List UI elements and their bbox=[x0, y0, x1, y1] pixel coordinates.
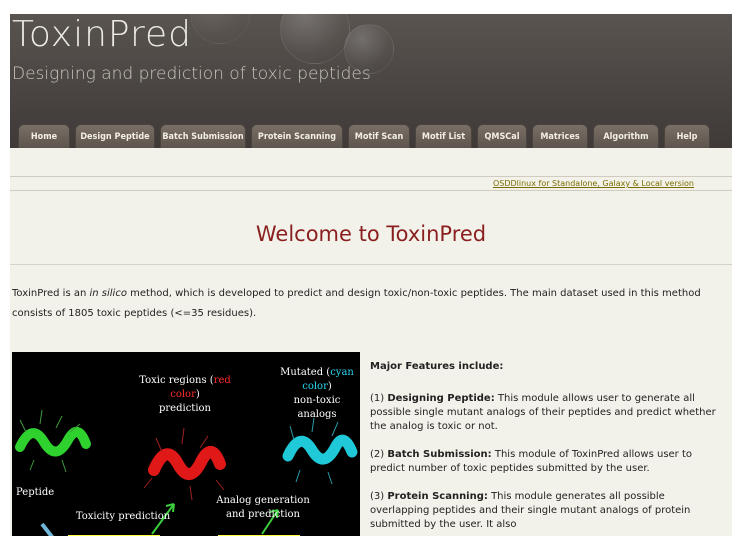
toxicity-prediction-label: Toxicity prediction bbox=[75, 511, 171, 522]
tab-protein-scanning[interactable]: Protein Scanning bbox=[251, 124, 343, 148]
features-heading: Major Features include: bbox=[370, 361, 504, 372]
analog-generation-label: Analog generation and prediction bbox=[216, 495, 310, 520]
intro-text-start: ToxinPred is an bbox=[12, 288, 90, 299]
tab-motif-list[interactable]: Motif List bbox=[415, 124, 472, 148]
features-section: Major Features include: (1) Designing Pe… bbox=[370, 360, 720, 536]
site-title: ToxinPred bbox=[12, 14, 192, 55]
method-figure: Toxic regions (red color) prediction Mut… bbox=[12, 352, 360, 536]
page: ToxinPred Designing and prediction of to… bbox=[10, 14, 732, 536]
intro-paragraph: ToxinPred is an in silico method, which … bbox=[12, 284, 730, 324]
feature-item: (1) Designing Peptide: This module allow… bbox=[370, 393, 716, 432]
mutated-helix-image bbox=[282, 417, 358, 485]
tab-matrices[interactable]: Matrices bbox=[532, 124, 588, 148]
toxic-helix-image bbox=[143, 427, 226, 501]
site-header: ToxinPred Designing and prediction of to… bbox=[10, 14, 732, 148]
main-nav: Home Design Peptide Batch Submission Pro… bbox=[18, 124, 710, 148]
tab-qmscal[interactable]: QMSCal bbox=[477, 124, 527, 148]
tab-help[interactable]: Help bbox=[664, 124, 710, 148]
bubble-decoration bbox=[190, 14, 250, 44]
tab-design-peptide[interactable]: Design Peptide bbox=[75, 124, 155, 148]
tab-algorithm[interactable]: Algorithm bbox=[593, 124, 659, 148]
feature-item: (2) Batch Submission: This module of Tox… bbox=[370, 449, 693, 474]
welcome-heading: Welcome to ToxinPred bbox=[255, 222, 487, 246]
toxic-regions-label: Toxic regions (red color) prediction bbox=[139, 375, 231, 414]
osdd-link[interactable]: OSDDlinux for Standalone, Galaxy & Local… bbox=[493, 179, 694, 188]
divider bbox=[10, 190, 732, 191]
feature-item: (3) Protein Scanning: This module genera… bbox=[370, 491, 691, 530]
peptide-label: Peptide bbox=[16, 487, 55, 498]
tab-batch-submission[interactable]: Batch Submission bbox=[160, 124, 246, 148]
peptide-helix-image bbox=[15, 409, 91, 473]
site-tagline: Designing and prediction of toxic peptid… bbox=[12, 64, 371, 84]
divider bbox=[10, 264, 732, 265]
bubble-decoration bbox=[280, 14, 350, 64]
tab-motif-scan[interactable]: Motif Scan bbox=[348, 124, 410, 148]
tab-home[interactable]: Home bbox=[18, 124, 70, 148]
mutated-label: Mutated (cyan color) non-toxic analogs bbox=[280, 367, 354, 420]
intro-italic: in silico bbox=[89, 288, 127, 299]
divider bbox=[10, 176, 732, 177]
